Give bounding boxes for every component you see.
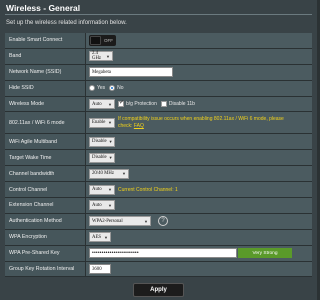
80211ax-warning: If compatibility issue occurs when enabl… bbox=[118, 116, 293, 130]
toggle-state-text: OFF bbox=[104, 37, 113, 43]
hide-ssid-yes-radio[interactable]: Yes bbox=[89, 85, 106, 92]
target-wake-label: Target Wake Time bbox=[5, 150, 86, 166]
row-auth-method: Authentication Method WPA2-Personal ▼ ? bbox=[5, 213, 312, 230]
wireless-mode-label: Wireless Mode bbox=[5, 96, 86, 112]
extension-channel-select[interactable]: Auto ▼ bbox=[89, 200, 115, 211]
chevron-down-icon: ▼ bbox=[122, 171, 126, 177]
radio-dot bbox=[89, 85, 95, 92]
row-control-channel: Control Channel Auto ▼ Current Control Ch… bbox=[5, 182, 312, 199]
row-80211ax: 802.11ax / WiFi 6 mode Enable ▼ If compat… bbox=[5, 112, 312, 135]
radio-yes-label: Yes bbox=[97, 85, 106, 92]
radio-dot-selected bbox=[109, 85, 116, 92]
group-key-label: Group Key Rotation Interval bbox=[5, 261, 86, 277]
agile-multiband-select[interactable]: Disable ▼ bbox=[89, 136, 115, 147]
channel-bandwidth-value: 20/40 MHz bbox=[92, 171, 114, 177]
auth-method-select[interactable]: WPA2-Personal ▼ bbox=[89, 216, 151, 227]
band-label: Band bbox=[5, 48, 86, 64]
row-agile-multiband: WiFi Agile Multiband Disable ▼ bbox=[5, 134, 312, 151]
control-channel-select[interactable]: Auto ▼ bbox=[89, 184, 115, 195]
wireless-mode-value: Auto bbox=[92, 101, 102, 107]
bg-protection-checkbox[interactable]: b/g Protection bbox=[118, 99, 157, 107]
row-wpa-psk: WPA Pre-Shared Key •••••••••••••••••••••… bbox=[5, 245, 312, 262]
wpa-psk-label: WPA Pre-Shared Key bbox=[5, 245, 86, 261]
title-divider bbox=[5, 14, 312, 15]
80211ax-value: Enable bbox=[92, 120, 106, 126]
band-select[interactable]: 2.4 GHz ▼ bbox=[89, 51, 113, 62]
psk-field-group: •••••••••••••••••••••••• Very Strong bbox=[89, 248, 292, 259]
row-extension-channel: Extension Channel Auto ▼ bbox=[5, 198, 312, 214]
chevron-down-icon: ▼ bbox=[104, 234, 108, 240]
target-wake-select[interactable]: Disable ▼ bbox=[89, 152, 115, 163]
wpa-encryption-label: WPA Encryption bbox=[5, 229, 86, 245]
wpa-encryption-value: AES bbox=[92, 234, 102, 240]
auth-method-label: Authentication Method bbox=[5, 213, 86, 229]
band-select-value: 2.4 GHz bbox=[92, 51, 102, 62]
control-channel-label: Control Channel bbox=[5, 182, 86, 198]
ssid-label: Network Name (SSID) bbox=[5, 64, 86, 80]
row-hide-ssid: Hide SSID Yes No bbox=[5, 80, 312, 97]
row-group-key: Group Key Rotation Interval 3600 bbox=[5, 261, 312, 278]
wpa-encryption-select[interactable]: AES ▼ bbox=[89, 232, 111, 243]
checkbox-box bbox=[118, 99, 124, 107]
row-ssid: Network Name (SSID) Megabeta bbox=[5, 64, 312, 81]
hide-ssid-no-radio[interactable]: No bbox=[109, 85, 124, 92]
row-channel-bandwidth: Channel bandwidth 20/40 MHz ▼ bbox=[5, 166, 312, 183]
agile-multiband-value: Disable bbox=[92, 139, 107, 145]
wireless-mode-select[interactable]: Auto ▼ bbox=[89, 99, 115, 109]
page-title: Wireless - General bbox=[6, 3, 81, 13]
chevron-down-icon: ▼ bbox=[144, 218, 148, 224]
extension-channel-label: Extension Channel bbox=[5, 198, 86, 213]
disable-11b-label: Disable 11b bbox=[168, 101, 195, 107]
wpa-psk-input[interactable]: •••••••••••••••••••••••• bbox=[89, 248, 237, 259]
row-smart-connect: Enable Smart Connect OFF bbox=[5, 33, 312, 49]
password-strength-badge: Very Strong bbox=[238, 248, 292, 259]
faq-link[interactable]: FAQ bbox=[134, 123, 144, 129]
target-wake-value: Disable bbox=[92, 155, 107, 161]
80211ax-label: 802.11ax / WiFi 6 mode bbox=[5, 112, 86, 134]
disable-11b-checkbox[interactable]: Disable 11b bbox=[160, 101, 195, 107]
radio-no-label: No bbox=[117, 85, 124, 92]
channel-bandwidth-label: Channel bandwidth bbox=[5, 166, 86, 182]
row-wireless-mode: Wireless Mode Auto ▼ b/g Protection Disab… bbox=[5, 96, 312, 113]
ssid-input[interactable]: Megabeta bbox=[89, 67, 173, 78]
chevron-down-icon: ▼ bbox=[108, 202, 112, 208]
group-key-input[interactable]: 3600 bbox=[89, 264, 111, 275]
toggle-knob bbox=[90, 35, 101, 45]
bg-protection-label: b/g Protection bbox=[126, 101, 157, 107]
row-wpa-encryption: WPA Encryption AES ▼ bbox=[5, 229, 312, 246]
auth-method-value: WPA2-Personal bbox=[92, 218, 123, 224]
control-channel-value: Auto bbox=[92, 187, 102, 193]
agile-multiband-label: WiFi Agile Multiband bbox=[5, 134, 86, 150]
wireless-general-page: Wireless - General Set up the wireless r… bbox=[0, 0, 317, 300]
chevron-down-icon: ▼ bbox=[106, 53, 110, 59]
smart-connect-toggle[interactable]: OFF bbox=[89, 34, 116, 46]
chevron-down-icon: ▼ bbox=[108, 187, 112, 193]
80211ax-select[interactable]: Enable ▼ bbox=[89, 117, 115, 128]
chevron-down-icon: ▼ bbox=[108, 101, 112, 107]
chevron-down-icon: ▼ bbox=[108, 120, 112, 126]
page-subtitle: Set up the wireless related information … bbox=[6, 20, 127, 26]
chevron-down-icon: ▼ bbox=[108, 155, 113, 161]
apply-button[interactable]: Apply bbox=[133, 283, 184, 297]
row-band: Band 2.4 GHz ▼ bbox=[5, 48, 312, 65]
row-target-wake: Target Wake Time Disable ▼ bbox=[5, 150, 312, 167]
smart-connect-label: Enable Smart Connect bbox=[5, 33, 86, 48]
channel-bandwidth-select[interactable]: 20/40 MHz ▼ bbox=[89, 168, 129, 179]
help-icon[interactable]: ? bbox=[158, 216, 168, 227]
chevron-down-icon: ▼ bbox=[108, 139, 113, 145]
checkbox-box bbox=[160, 101, 167, 107]
current-control-channel: Current Control Channel: 1 bbox=[118, 186, 178, 193]
extension-channel-value: Auto bbox=[92, 202, 102, 208]
hide-ssid-label: Hide SSID bbox=[5, 80, 86, 96]
settings-table: Enable Smart Connect OFF Band 2.4 GHz ▼ N… bbox=[5, 33, 312, 278]
